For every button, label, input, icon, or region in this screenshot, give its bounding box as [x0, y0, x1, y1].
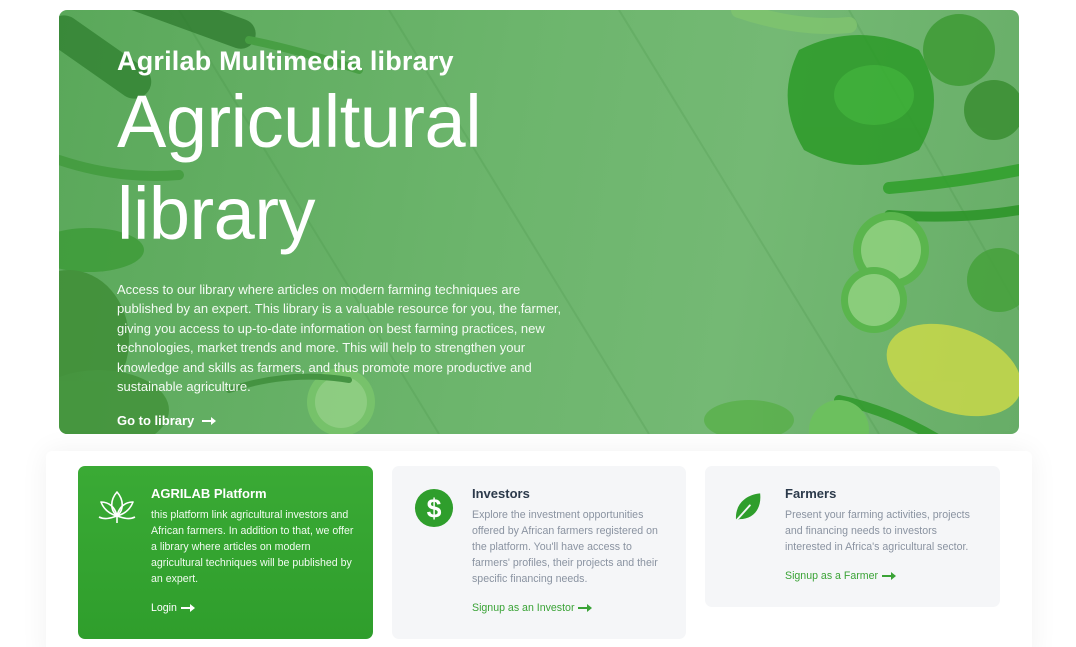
hero-title: Agricultural library [117, 76, 587, 260]
farmers-card: Farmers Present your farming activities,… [705, 466, 1000, 607]
hero-description: Access to our library where articles on … [117, 282, 562, 395]
hero-title-line-1: Agricultural [117, 80, 482, 163]
dollar-circle-icon: $ [414, 488, 454, 528]
investors-card-body: Investors Explore the investment opportu… [472, 486, 668, 616]
signup-farmer-label: Signup as a Farmer [785, 570, 879, 582]
go-to-library-label: Go to library [117, 413, 195, 429]
plant-sprout-icon [98, 491, 136, 523]
hero-title-line-2: library [117, 172, 315, 255]
leaf-icon [733, 493, 761, 524]
signup-investor-link[interactable]: Signup as an Investor [472, 602, 593, 614]
farmers-card-title: Farmers [785, 486, 837, 501]
hero-kicker: Agrilab Multimedia library [117, 46, 454, 76]
signup-farmer-link[interactable]: Signup as a Farmer [785, 570, 897, 582]
investors-card: $ Investors Explore the investment oppor… [392, 466, 686, 639]
arrow-right-icon [882, 571, 897, 581]
investors-card-text: Explore the investment opportunities off… [472, 509, 658, 585]
login-link[interactable]: Login [151, 602, 195, 614]
arrow-right-icon [180, 603, 195, 613]
svg-text:$: $ [427, 494, 442, 524]
hero-content: Agrilab Multimedia library Agricultural … [117, 46, 587, 430]
platform-card-text: this platform link agricultural investor… [151, 509, 354, 585]
platform-card-body: AGRILAB Platform this platform link agri… [151, 486, 355, 616]
go-to-library-link[interactable]: Go to library [117, 413, 217, 429]
farmers-card-text: Present your farming activities, project… [785, 509, 970, 553]
signup-investor-label: Signup as an Investor [472, 602, 575, 614]
login-link-label: Login [151, 602, 177, 614]
arrow-right-icon [202, 416, 217, 426]
farmers-card-body: Farmers Present your farming activities,… [785, 486, 982, 584]
platform-card: AGRILAB Platform this platform link agri… [78, 466, 373, 639]
arrow-right-icon [578, 603, 593, 613]
investors-card-title: Investors [472, 486, 530, 501]
hero-banner: Agrilab Multimedia library Agricultural … [59, 10, 1019, 434]
platform-card-title: AGRILAB Platform [151, 486, 267, 501]
